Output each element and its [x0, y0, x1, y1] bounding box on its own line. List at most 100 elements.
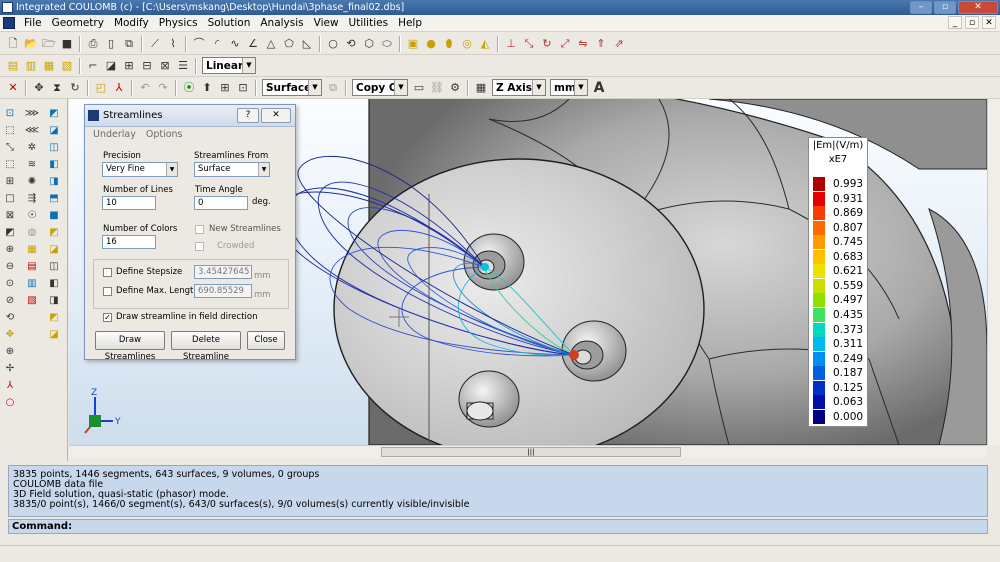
- grid-fine-icon[interactable]: ⊡: [235, 80, 251, 96]
- print-icon[interactable]: ⎙: [85, 36, 101, 52]
- redo-icon[interactable]: ↷: [155, 80, 171, 96]
- cylinder-solid-icon[interactable]: ⬮: [441, 36, 457, 52]
- maximize-button[interactable]: ▫: [934, 1, 956, 14]
- close-button[interactable]: ✕: [958, 1, 998, 14]
- layer-tool-icon[interactable]: ☰: [175, 58, 191, 74]
- field-lines-icon[interactable]: ≋: [25, 158, 39, 171]
- document-icon[interactable]: [3, 17, 15, 29]
- snap-point-icon[interactable]: ⦿: [181, 80, 197, 96]
- draw-field-direction-checkbox[interactable]: ✓: [103, 313, 112, 322]
- sphere-solid-icon[interactable]: ●: [423, 36, 439, 52]
- cube-back-icon[interactable]: ◨: [47, 175, 61, 188]
- menu-analysis[interactable]: Analysis: [255, 15, 308, 31]
- undo-icon[interactable]: ↶: [137, 80, 153, 96]
- boundary-icon[interactable]: ✲: [25, 141, 39, 154]
- menu-physics[interactable]: Physics: [154, 15, 203, 31]
- close-dialog-button[interactable]: Close: [247, 331, 285, 350]
- mirror-icon[interactable]: ⧗: [49, 80, 65, 96]
- yellow-cube-4-icon[interactable]: ◪: [47, 328, 61, 341]
- unit-select[interactable]: mm ▼: [550, 79, 588, 96]
- orbit-icon[interactable]: ✥: [3, 328, 17, 341]
- mesh-view-icon[interactable]: ▦: [41, 58, 57, 74]
- link-icon[interactable]: ⛓: [429, 80, 445, 96]
- zoom-previous-icon[interactable]: ⊘: [3, 294, 17, 307]
- yellow-cube-3-icon[interactable]: ◩: [47, 311, 61, 324]
- chevron-down-icon[interactable]: ▼: [258, 163, 269, 176]
- outline-cube-2-icon[interactable]: ◧: [47, 277, 61, 290]
- mesh-icon[interactable]: ⋙: [25, 107, 39, 120]
- copy-mode-select[interactable]: Copy On ▼: [352, 79, 408, 96]
- colormap-icon[interactable]: ▤: [25, 260, 39, 273]
- menu-modify[interactable]: Modify: [109, 15, 154, 31]
- edge-tool-icon[interactable]: ⌐: [85, 58, 101, 74]
- text-tool-icon[interactable]: A: [591, 80, 607, 96]
- cone-solid-icon[interactable]: ◭: [477, 36, 493, 52]
- print-preview-icon[interactable]: ▯: [103, 36, 119, 52]
- zoom-all-icon[interactable]: ⊞: [3, 175, 17, 188]
- solid-view-icon[interactable]: ▤: [5, 58, 21, 74]
- move-cross-icon[interactable]: ✥: [31, 80, 47, 96]
- cube-side-icon[interactable]: ◫: [47, 141, 61, 154]
- outline-cube-3-icon[interactable]: ◨: [47, 294, 61, 307]
- num-lines-input[interactable]: 10: [102, 196, 156, 210]
- interpolation-select[interactable]: Linear ▼: [202, 57, 256, 74]
- clipboard-icon[interactable]: ▭: [411, 80, 427, 96]
- axis-select[interactable]: Z Axis ▼: [492, 79, 546, 96]
- cube-top-icon[interactable]: ◪: [47, 124, 61, 137]
- shaded-view-icon[interactable]: ▧: [59, 58, 75, 74]
- pan-icon[interactable]: ⤡: [3, 141, 17, 154]
- command-line[interactable]: Command:: [8, 519, 988, 534]
- zoom-in-icon[interactable]: ⊕: [3, 243, 17, 256]
- menu-underlay[interactable]: Underlay: [93, 129, 136, 140]
- cube-solid-icon[interactable]: ■: [47, 209, 61, 222]
- ellipse-tool-icon[interactable]: ⬭: [379, 36, 395, 52]
- target-icon[interactable]: ⊕: [3, 345, 17, 358]
- split-tool-icon[interactable]: ⊠: [157, 58, 173, 74]
- wire-view-icon[interactable]: ▥: [23, 58, 39, 74]
- hexagon-tool-icon[interactable]: ⬡: [361, 36, 377, 52]
- copy-icon[interactable]: ⧉: [121, 36, 137, 52]
- rotate-view-icon[interactable]: ⟲: [3, 311, 17, 324]
- zoom-box-icon[interactable]: ⬚: [3, 158, 17, 171]
- rotate-icon[interactable]: ↻: [67, 80, 83, 96]
- polyline-tool-icon[interactable]: ⌇: [165, 36, 181, 52]
- fillet-tool-icon[interactable]: ◺: [299, 36, 315, 52]
- data-icon[interactable]: ▥: [25, 277, 39, 290]
- chevron-down-icon[interactable]: ▼: [166, 163, 177, 176]
- menu-geometry[interactable]: Geometry: [47, 15, 109, 31]
- ellipse-select-icon[interactable]: ○: [3, 396, 17, 409]
- num-colors-input[interactable]: 16: [102, 235, 156, 249]
- material-icon[interactable]: ▦: [25, 243, 39, 256]
- cube-front-icon[interactable]: ◩: [47, 107, 61, 120]
- curve-tool-icon[interactable]: ∿: [227, 36, 243, 52]
- report-icon[interactable]: ▧: [25, 294, 39, 307]
- menu-view[interactable]: View: [309, 15, 344, 31]
- menu-utilities[interactable]: Utilities: [344, 15, 394, 31]
- menu-options[interactable]: Options: [146, 129, 183, 140]
- extrude-tool-icon[interactable]: ⇑: [593, 36, 609, 52]
- delete-icon[interactable]: ✕: [5, 80, 21, 96]
- chevron-down-icon[interactable]: ▼: [394, 80, 407, 95]
- arc-tool-icon[interactable]: ⌒: [191, 36, 207, 52]
- new-streamlines-checkbox[interactable]: [195, 225, 204, 234]
- dialog-close-icon[interactable]: ✕: [261, 108, 291, 123]
- define-stepsize-checkbox[interactable]: [103, 268, 112, 277]
- mdi-close-button[interactable]: ✕: [982, 16, 996, 29]
- open-file-icon[interactable]: 🗁: [41, 36, 57, 52]
- contour-icon[interactable]: ✺: [25, 175, 39, 188]
- torus-solid-icon[interactable]: ◎: [459, 36, 475, 52]
- new-file-icon[interactable]: 🗋: [5, 36, 21, 52]
- select-region-icon[interactable]: ◩: [3, 226, 17, 239]
- define-max-length-checkbox[interactable]: [103, 287, 112, 296]
- box-solid-icon[interactable]: ▣: [405, 36, 421, 52]
- scale-tool-icon[interactable]: ⤢: [557, 36, 573, 52]
- menu-solution[interactable]: Solution: [203, 15, 256, 31]
- copy-settings-icon[interactable]: ⚙: [447, 80, 463, 96]
- chevron-down-icon[interactable]: ▼: [532, 80, 545, 95]
- axis-icon[interactable]: ⅄: [111, 80, 127, 96]
- horizontal-scrollbar[interactable]: |||: [69, 445, 987, 458]
- select-box-icon[interactable]: □: [3, 192, 17, 205]
- menu-file[interactable]: File: [19, 15, 47, 31]
- save-icon[interactable]: ■: [59, 36, 75, 52]
- circle-tool-icon[interactable]: ○: [325, 36, 341, 52]
